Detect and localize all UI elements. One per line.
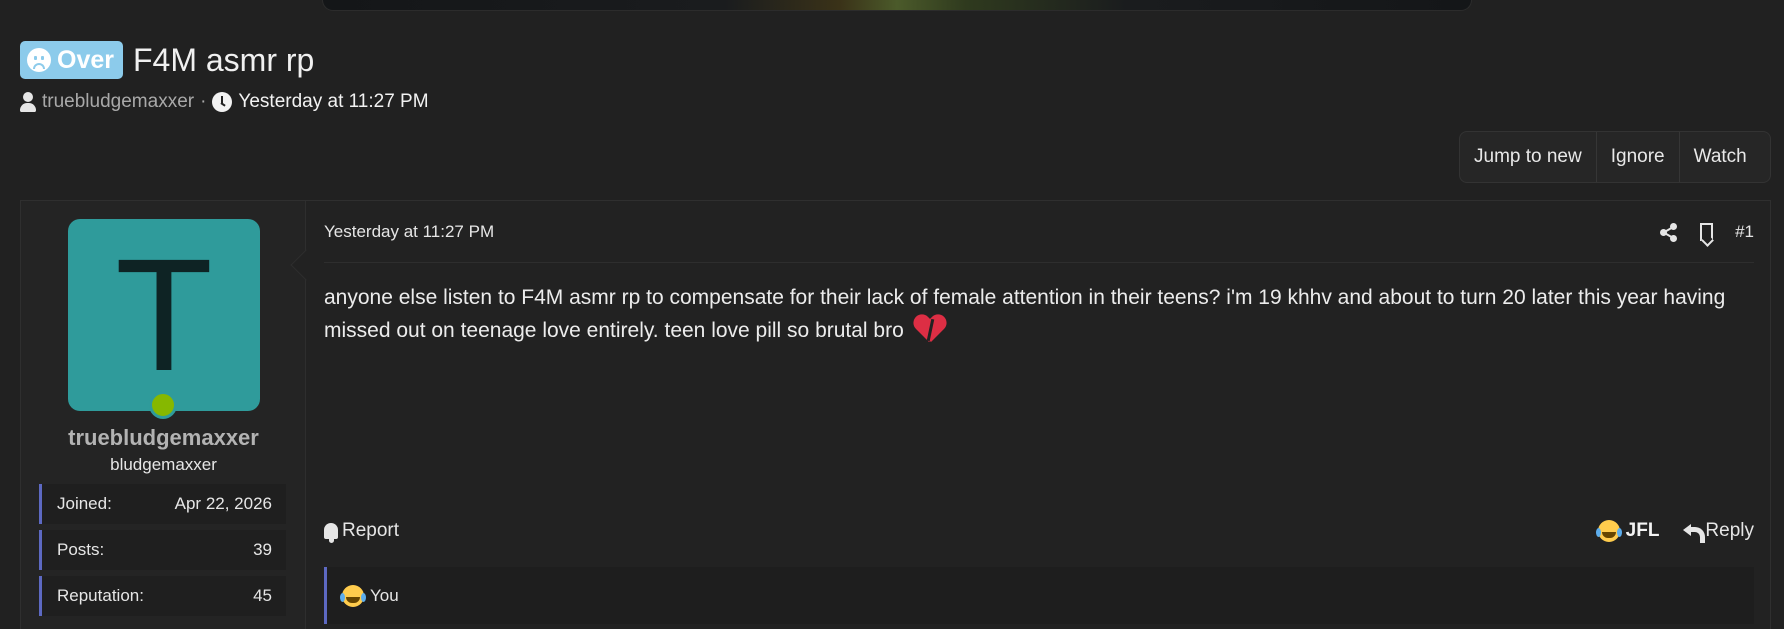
user-title: bludgemaxxer [110,455,217,474]
reactions-bar[interactable]: You [324,567,1754,624]
stat-value: 45 [253,586,272,605]
stat-label: Reputation: [57,586,144,605]
thread-date-link[interactable]: Yesterday at 11:27 PM [238,91,428,113]
post-message: Yesterday at 11:27 PM #1 anyone else lis… [306,201,1772,629]
react-label: JFL [1625,520,1660,541]
frown-icon [27,48,51,72]
prefix-text: Over [57,45,114,74]
stat-value[interactable]: 39 [253,540,272,560]
thread-meta: truebludgemaxxer · Yesterday at 11:27 PM [20,90,429,114]
prefix-label[interactable]: Over [20,41,123,79]
user-stat-reputation: Reputation: 45 [39,576,286,616]
joy-emoji-icon [1595,520,1620,542]
thread-action-buttons: Jump to new Ignore Watch [1459,131,1771,183]
reply-icon [1683,523,1706,543]
reply-button[interactable]: Reply [1683,520,1754,543]
watch-button[interactable]: Watch [1680,132,1761,182]
report-label: Report [342,520,400,541]
joy-emoji-icon [340,584,364,607]
message-text: anyone else listen to F4M asmr rp to com… [324,286,1726,342]
reply-label: Reply [1705,520,1754,541]
ignore-button[interactable]: Ignore [1597,132,1680,182]
post-number-link[interactable]: #1 [1735,222,1754,242]
post-user-cell: T truebludgemaxxer bludgemaxxer Joined: … [21,201,306,629]
user-stat-joined: Joined: Apr 22, 2026 [39,484,286,524]
post-date-link[interactable]: Yesterday at 11:27 PM [324,222,494,242]
react-button[interactable]: JFL [1595,520,1660,542]
stat-value: Apr 22, 2026 [174,494,272,513]
user-icon [20,92,36,112]
post-container: T truebludgemaxxer bludgemaxxer Joined: … [20,200,1771,629]
message-header: Yesterday at 11:27 PM #1 [324,201,1754,263]
jump-to-new-button[interactable]: Jump to new [1460,132,1597,182]
reaction-summary[interactable]: You [370,586,399,606]
stat-label: Posts: [57,540,105,559]
meta-separator: · [200,91,207,112]
footer-actions: JFL Reply [1595,520,1754,543]
broken-heart-icon [914,315,946,343]
message-header-actions: #1 [1658,222,1754,242]
report-button[interactable]: Report [324,520,400,543]
clock-icon [212,92,233,112]
stat-label: Joined: [57,494,112,513]
online-status-indicator [149,391,177,419]
avatar[interactable]: T [68,219,260,411]
message-footer: Report JFL Reply [324,516,1754,546]
thread-title-row: Over F4M asmr rp [20,40,314,80]
header-banner-image [322,0,1472,11]
bell-icon [324,523,338,543]
page-title: F4M asmr rp [132,41,315,78]
user-stat-posts: Posts: 39 [39,530,286,570]
post-username-link[interactable]: truebludgemaxxer [21,425,306,451]
share-icon[interactable] [1658,222,1678,242]
bookmark-icon[interactable] [1700,222,1714,241]
thread-author-link[interactable]: truebludgemaxxer [42,91,194,113]
message-body: anyone else listen to F4M asmr rp to com… [324,281,1754,347]
